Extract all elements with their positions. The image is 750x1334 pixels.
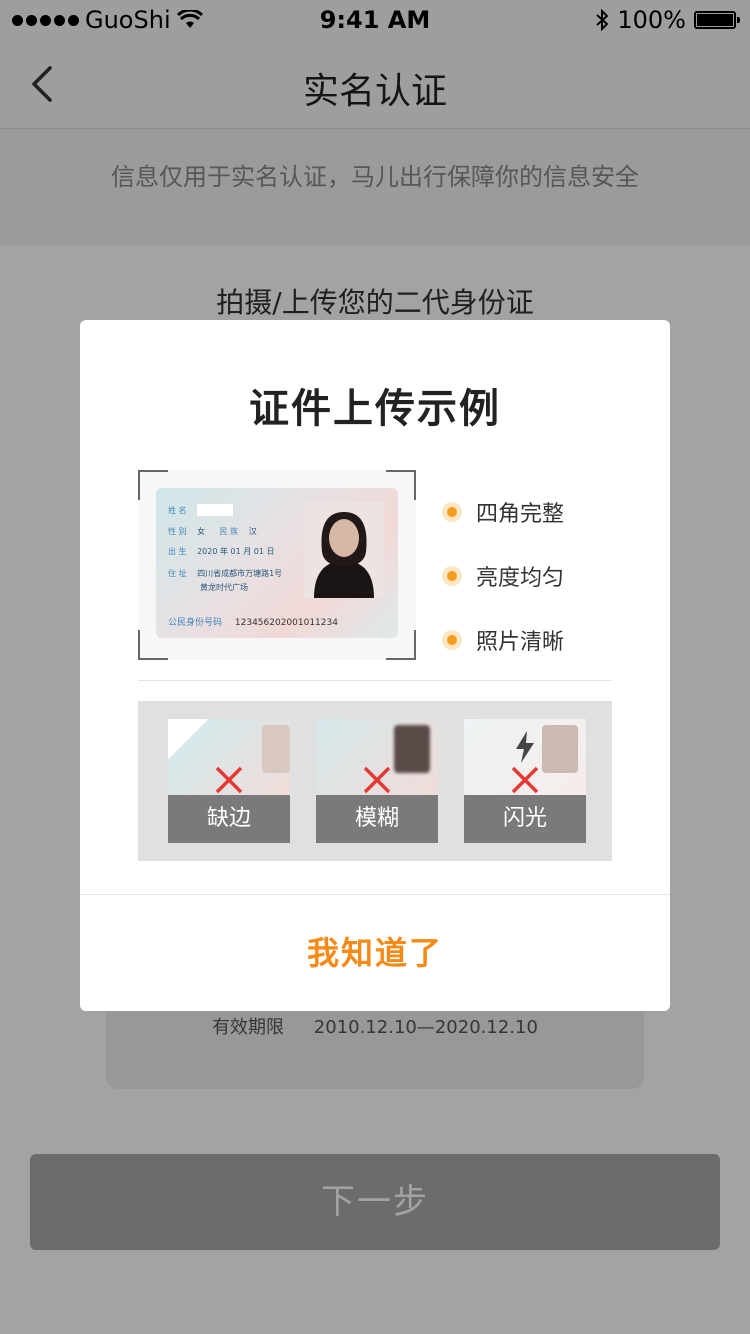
id-birth: 2020 年 01 月 01 日	[197, 547, 275, 556]
bad-example-flash: 闪光	[464, 719, 586, 843]
bad-example-blurry: 模糊	[316, 719, 438, 843]
id-number-label: 公民身份号码	[168, 618, 223, 628]
id-birth-label: 出 生	[168, 547, 187, 556]
id-number: 123456202001011234	[234, 618, 338, 628]
sample-id-frame: 姓 名 性 别 女 民 族 汉 出 生 2020 年 01 月 01 日 住 址…	[138, 470, 416, 660]
thumb-photo	[394, 725, 430, 773]
check-dot-icon	[442, 630, 462, 650]
bad-example-missing-edge: 缺边	[168, 719, 290, 843]
requirement-text: 照片清晰	[476, 630, 565, 655]
id-birth-row: 出 生 2020 年 01 月 01 日	[168, 546, 275, 557]
requirement-item: 亮度均匀	[442, 544, 642, 608]
red-x-icon	[511, 766, 539, 794]
thumb-photo	[262, 725, 290, 773]
red-x-icon	[363, 766, 391, 794]
red-x-icon	[215, 766, 243, 794]
id-gender-row: 性 别 女 民 族 汉	[168, 526, 257, 537]
bad-example-label: 闪光	[464, 795, 586, 843]
requirement-text: 四角完整	[476, 502, 565, 527]
upload-example-dialog: 证件上传示例 姓 名 性 别 女 民 族 汉 出 生 2020 年 01 月 0…	[80, 320, 670, 1011]
id-ethnicity: 汉	[248, 527, 257, 536]
bad-examples-strip: 缺边 模糊 闪光	[138, 701, 612, 861]
sample-id-card: 姓 名 性 别 女 民 族 汉 出 生 2020 年 01 月 01 日 住 址…	[156, 488, 398, 638]
flash-bolt-icon	[516, 731, 534, 763]
id-gender-label: 性 别	[168, 527, 187, 536]
requirement-item: 照片清晰	[442, 608, 642, 672]
requirement-text: 亮度均匀	[476, 566, 565, 591]
got-it-button[interactable]: 我知道了	[80, 895, 670, 1011]
id-address-line2-row: 黄龙时代广场	[200, 582, 248, 593]
id-address-row: 住 址 四川省成都市万塘路1号	[168, 568, 282, 579]
id-name-row: 姓 名	[168, 504, 234, 516]
bad-example-label: 缺边	[168, 795, 290, 843]
dialog-title: 证件上传示例	[249, 386, 501, 432]
divider	[138, 680, 612, 681]
id-address-label: 住 址	[168, 569, 187, 578]
check-dot-icon	[442, 566, 462, 586]
portrait-photo	[304, 502, 384, 598]
id-gender: 女	[197, 527, 206, 536]
id-address-line1: 四川省成都市万塘路1号	[197, 569, 283, 578]
id-address-line2: 黄龙时代广场	[200, 583, 248, 592]
requirement-list: 四角完整 亮度均匀 照片清晰	[442, 480, 642, 672]
id-name-label: 姓 名	[168, 505, 187, 515]
id-name-blank	[197, 504, 234, 516]
bad-example-label: 模糊	[316, 795, 438, 843]
id-ethnicity-label: 民 族	[219, 527, 239, 536]
check-dot-icon	[442, 502, 462, 522]
requirement-item: 四角完整	[442, 480, 642, 544]
id-number-row: 公民身份号码 123456202001011234	[168, 615, 338, 628]
thumb-photo	[542, 725, 578, 773]
